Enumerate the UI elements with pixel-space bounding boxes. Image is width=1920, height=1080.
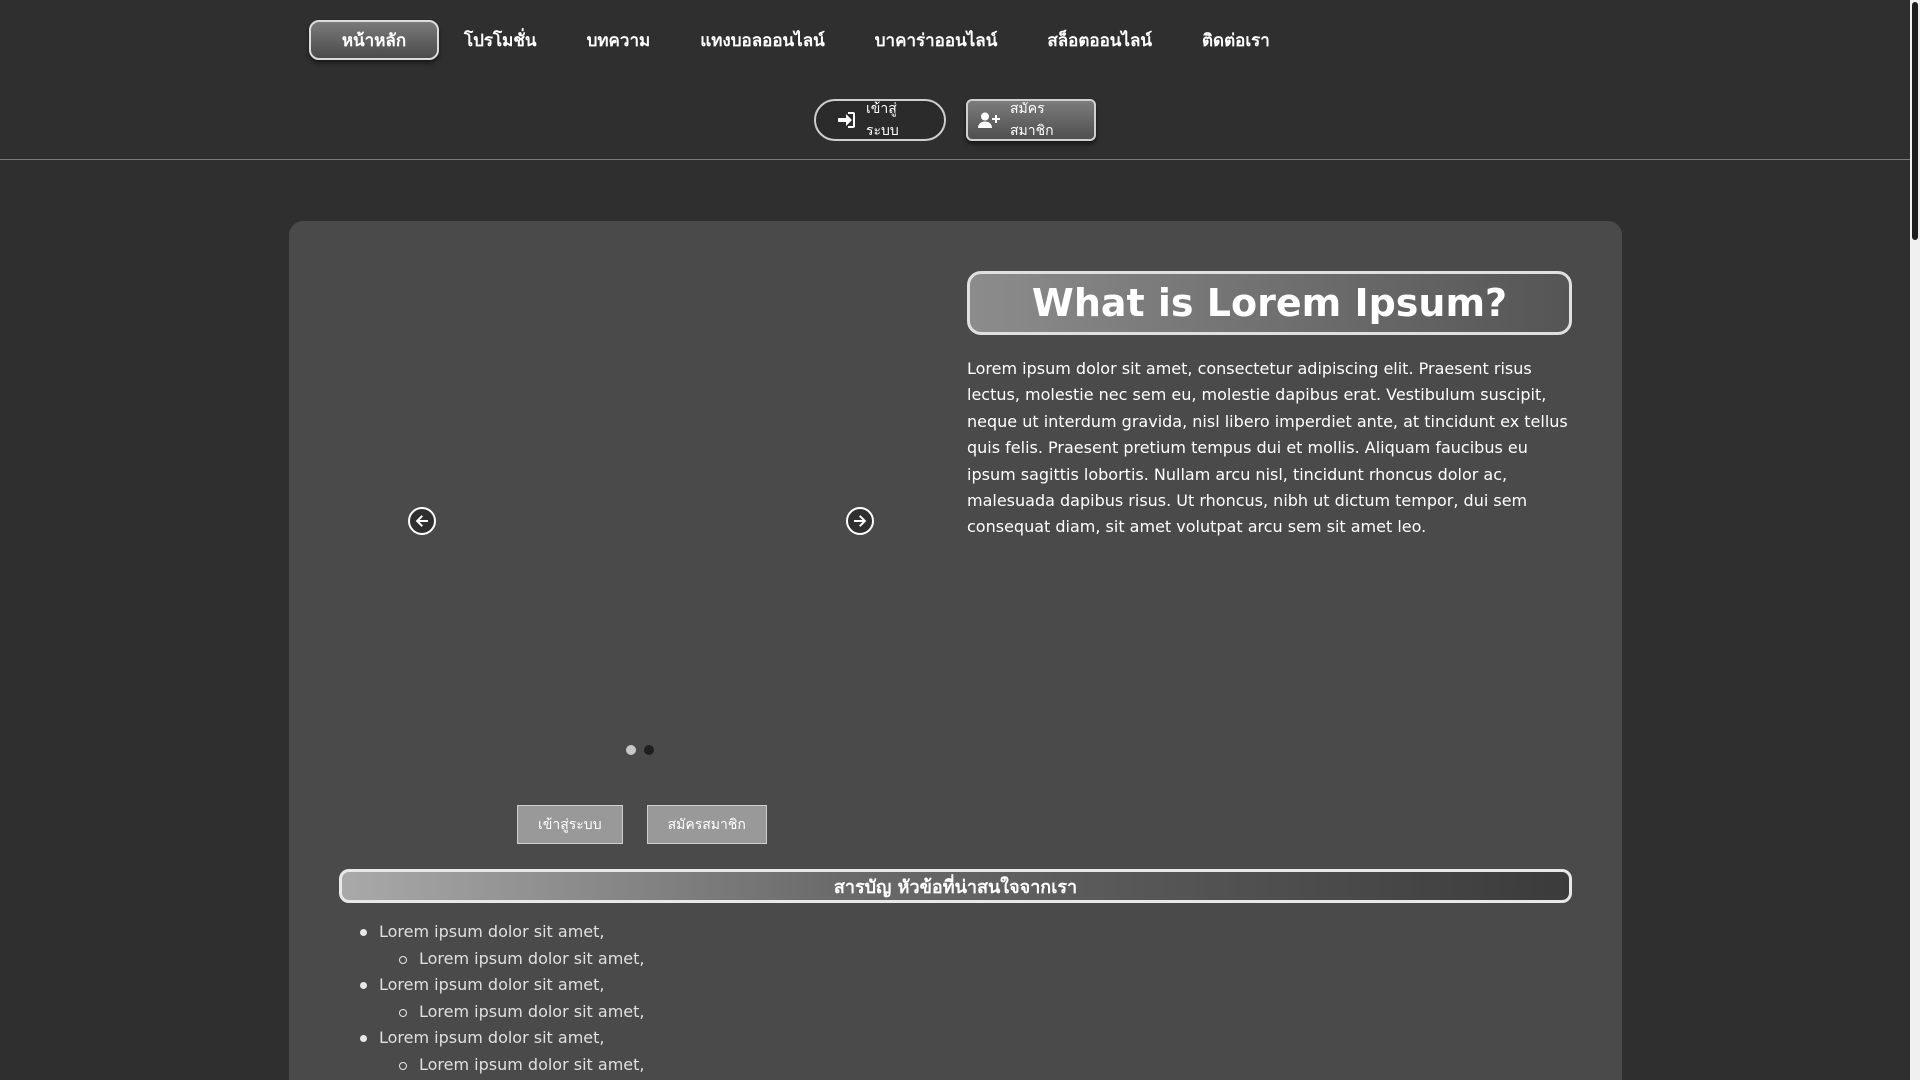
register-label: สมัครสมาชิก: [1010, 101, 1054, 139]
card-buttons: เข้าสู่ระบบ สมัครสมาชิก: [517, 805, 767, 844]
card-login-button[interactable]: เข้าสู่ระบบ: [517, 805, 623, 844]
arrow-right-icon: [854, 515, 867, 527]
slider-dots: [626, 745, 654, 755]
card-register-button[interactable]: สมัครสมาชิก: [646, 805, 767, 844]
scrollbar-thumb[interactable]: [1912, 2, 1918, 240]
login-label: เข้าสู่ระบบ: [866, 101, 899, 139]
toc-sub-item[interactable]: Lorem ipsum dolor sit amet,: [339, 1052, 1039, 1079]
toc-sub-item[interactable]: Lorem ipsum dolor sit amet,: [339, 946, 1039, 973]
slider-prev-button[interactable]: [408, 507, 436, 535]
nav-item-football-betting[interactable]: แทงบอลออนไลน์: [675, 20, 850, 60]
login-button[interactable]: เข้าสู่ระบบ: [814, 99, 946, 141]
hero-title: What is Lorem Ipsum?: [967, 271, 1572, 335]
toc-title: สารบัญ หัวข้อที่น่าสนใจจากเรา: [339, 869, 1572, 903]
user-plus-icon: [978, 112, 1000, 128]
hero-card: เข้าสู่ระบบ สมัครสมาชิก What is Lorem Ip…: [289, 221, 1622, 1080]
hero-description: Lorem ipsum dolor sit amet, consectetur …: [967, 359, 1568, 537]
slider-dot[interactable]: [644, 745, 654, 755]
toc-item[interactable]: Lorem ipsum dolor sit amet,: [339, 972, 1039, 999]
site-header: หน้าหลัก โปรโมชั่น บทความ แทงบอลออนไลน์ …: [0, 0, 1910, 160]
nav-item-home[interactable]: หน้าหลัก: [309, 20, 439, 60]
nav-item-promotions[interactable]: โปรโมชั่น: [439, 20, 562, 60]
page: หน้าหลัก โปรโมชั่น บทความ แทงบอลออนไลน์ …: [0, 0, 1920, 1080]
page-scrollbar[interactable]: [1910, 0, 1920, 1080]
register-button[interactable]: สมัครสมาชิก: [966, 99, 1096, 141]
nav-item-articles[interactable]: บทความ: [562, 20, 676, 60]
slider-next-button[interactable]: [846, 507, 874, 535]
sign-in-icon: [838, 112, 855, 128]
nav-item-contact[interactable]: ติดต่อเรา: [1177, 20, 1295, 60]
slider-dot[interactable]: [626, 745, 636, 755]
auth-buttons: เข้าสู่ระบบ สมัครสมาชิก: [814, 99, 1096, 141]
main-nav: หน้าหลัก โปรโมชั่น บทความ แทงบอลออนไลน์ …: [309, 20, 1295, 60]
toc-item[interactable]: Lorem ipsum dolor sit amet,: [339, 1025, 1039, 1052]
toc-item[interactable]: Lorem ipsum dolor sit amet,: [339, 919, 1039, 946]
nav-item-slots[interactable]: สล็อตออนไลน์: [1022, 20, 1177, 60]
toc-list: Lorem ipsum dolor sit amet, Lorem ipsum …: [339, 919, 1039, 1078]
toc-sub-item[interactable]: Lorem ipsum dolor sit amet,: [339, 999, 1039, 1026]
nav-item-baccarat[interactable]: บาคาร่าออนไลน์: [850, 20, 1023, 60]
arrow-left-icon: [415, 515, 428, 527]
